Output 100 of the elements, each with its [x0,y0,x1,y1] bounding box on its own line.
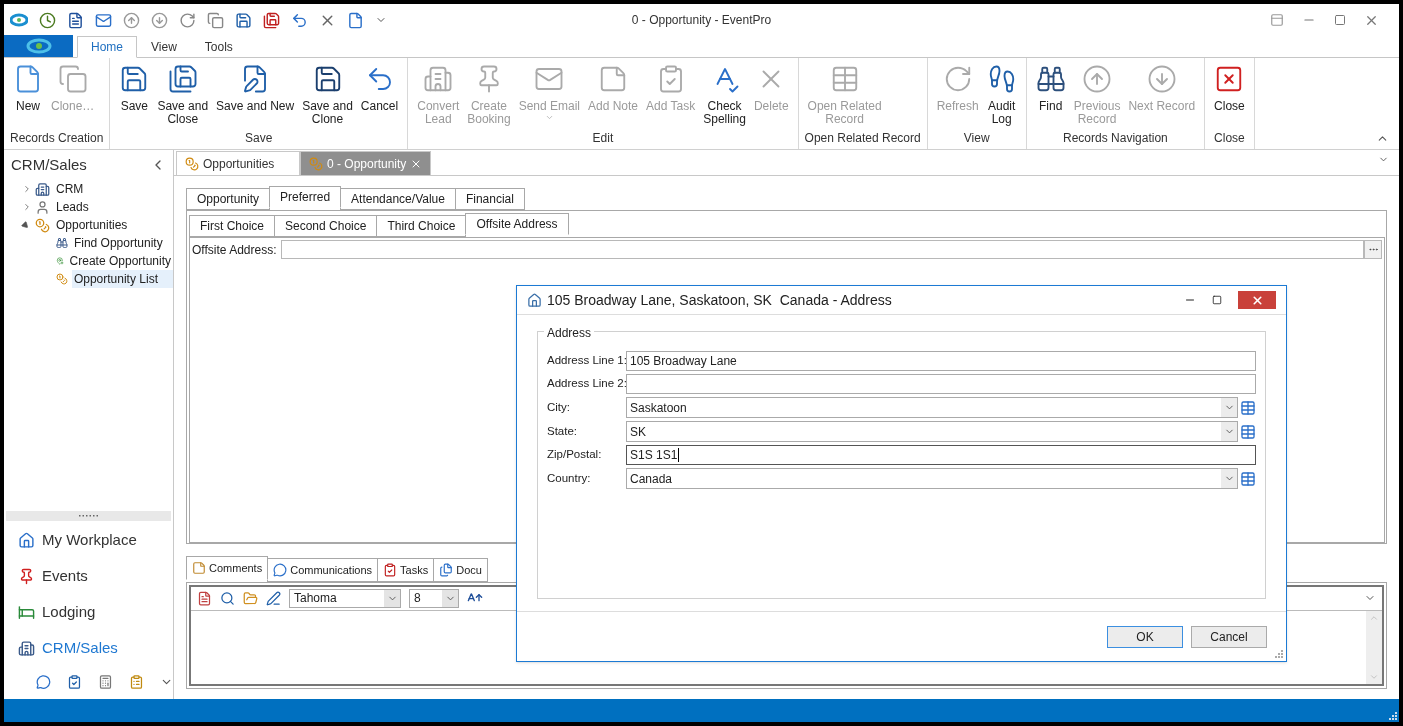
speech-bubble-icon [273,562,288,577]
tab[interactable]: View [137,36,191,58]
house-icon [18,531,35,549]
tab[interactable]: Communications [267,557,379,582]
field-label: Address Line 1: [547,353,626,369]
ribbon-button[interactable]: Check Spelling [700,64,749,129]
calculator-icon[interactable] [97,674,113,690]
dialog-button[interactable]: OK [1107,625,1183,648]
lookup-table-icon[interactable] [1240,399,1256,416]
tab[interactable]: Opportunity [186,188,271,210]
new-document-icon[interactable] [347,11,364,29]
signature-icon[interactable] [266,590,281,606]
tree-item[interactable]: CRM [54,180,86,198]
ribbon-group-label: Records Navigation [1062,130,1169,147]
tab[interactable]: Preferred [269,186,342,208]
pushpin-icon [18,567,35,585]
tree-item[interactable]: Leads [54,198,91,216]
tab[interactable]: Financial [454,188,525,210]
nav-item[interactable]: CRM/Sales [18,637,173,659]
text-field[interactable]: S1S 1S1 [626,445,1256,465]
clipboard-check-icon[interactable] [66,674,82,690]
close-button[interactable] [1238,291,1276,309]
note-icon [192,560,206,575]
find-icon[interactable] [220,590,235,606]
house-icon [527,292,542,308]
field-label: Country: [547,470,592,486]
binoculars-icon [1035,64,1066,94]
app-menu-button[interactable] [4,35,73,57]
tree-item[interactable]: Opportunity List [71,270,173,288]
ribbon-button[interactable]: Close [1211,64,1248,129]
tab[interactable]: Third Choice [376,215,467,237]
maximize-icon[interactable] [1334,14,1346,26]
app-logo-icon[interactable] [10,13,28,27]
ribbon-button[interactable]: New [10,64,46,129]
document-tab[interactable]: Opportunities [176,151,300,175]
tree-item[interactable]: Opportunities [54,216,130,234]
ribbon-button[interactable]: Save and Close [154,64,212,129]
clock-icon[interactable] [39,11,56,29]
nav-item[interactable]: Lodging [18,601,173,623]
tree-item[interactable]: Create Opportunity [67,252,173,270]
dialog-button[interactable]: Cancel [1191,625,1267,648]
tree-item[interactable]: Find Opportunity [71,234,173,252]
splitter-grip[interactable] [6,511,171,521]
documents-icon [439,562,454,577]
lookup-table-icon[interactable] [1240,423,1256,440]
document-icon[interactable] [67,11,84,29]
ribbon-button[interactable]: Audit Log [983,64,1020,129]
text-field[interactable]: 105 Broadway Lane [626,351,1256,371]
coins-icon [35,217,50,233]
tab[interactable]: Offsite Address [465,213,569,235]
combo-field[interactable]: Saskatoon [626,397,1238,418]
dropdown-caret-icon [544,113,554,122]
nav-item[interactable]: My Workplace [18,529,173,551]
tab[interactable]: Comments [186,555,269,580]
coins-icon [185,156,199,171]
combo-field[interactable]: Canada [626,468,1238,489]
ribbon-button[interactable]: Cancel [357,64,402,129]
folder-icon[interactable] [243,590,258,606]
down-arrow-circle-icon[interactable] [151,11,168,29]
undo-icon[interactable] [291,11,308,29]
tab[interactable]: Home [77,36,137,58]
combo-field[interactable]: SK [626,421,1238,442]
speech-bubble-icon[interactable] [36,674,51,690]
ribbon-button[interactable]: Save and New [213,64,298,129]
expanded-arrow-icon[interactable] [20,220,31,230]
tab[interactable]: Tasks [377,557,435,582]
resize-grip-icon[interactable] [1389,712,1397,720]
ribbon-button[interactable]: Save and Clone [299,64,356,129]
clipboard-icon[interactable] [128,674,144,690]
coins-icon [309,156,323,171]
building-icon [35,181,50,197]
ribbon-group-label: Close [1213,130,1246,147]
tab[interactable]: Tools [190,36,247,58]
resize-grip-icon[interactable] [1275,650,1283,658]
copy-icon[interactable] [207,11,224,29]
refresh-icon[interactable] [179,11,196,29]
clipboard-check-icon [383,562,398,577]
pin-plus-icon [56,254,64,268]
ribbon-button[interactable]: Save [116,64,153,129]
nav-item[interactable]: Events [18,565,173,587]
lookup-table-icon[interactable] [1240,470,1256,487]
app-logo-icon [25,38,52,54]
up-arrow-circle-icon [1082,64,1113,94]
tab[interactable]: First Choice [189,215,275,237]
field-label: Address Line 2: [547,376,626,392]
bed-icon [18,603,35,621]
ribbon-button[interactable]: Find [1032,64,1069,129]
maximize-icon[interactable] [1212,295,1222,305]
font-size-combo[interactable]: 8 [409,588,459,608]
ribbon-group-label: Edit [591,130,615,147]
envelope-icon[interactable] [95,11,112,29]
pin-window-icon[interactable] [1270,13,1284,27]
format-document-icon[interactable] [197,590,212,606]
up-arrow-circle-icon[interactable] [123,11,140,29]
tab[interactable]: Second Choice [274,215,378,237]
tab[interactable]: Docu [433,557,488,582]
tab[interactable]: Attendance/Value [340,188,456,210]
font-combo[interactable]: Tahoma [289,588,401,608]
offsite-address-field[interactable] [280,240,1364,259]
text-field[interactable] [626,374,1256,394]
